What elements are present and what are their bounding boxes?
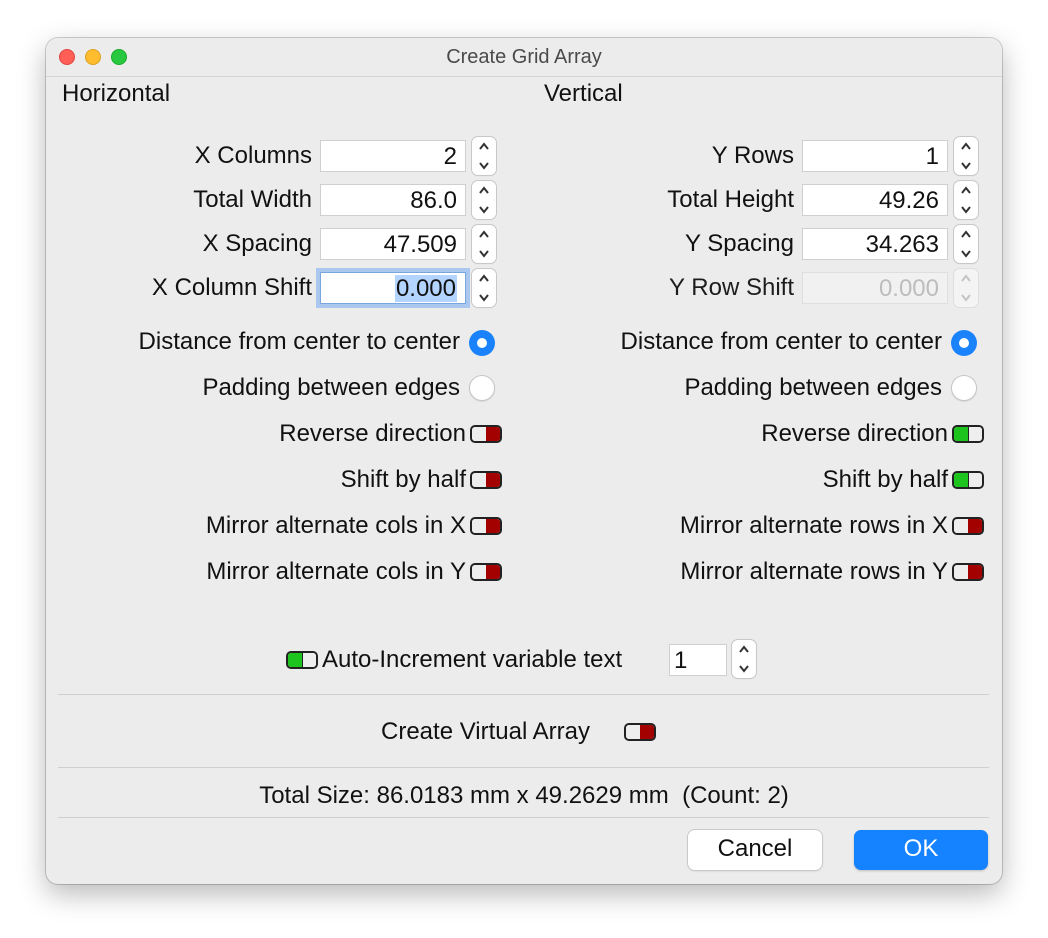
divider bbox=[58, 767, 989, 768]
chevron-up-icon[interactable] bbox=[472, 181, 496, 200]
v-mirror-x-toggle[interactable] bbox=[952, 517, 984, 535]
h-reverse-direction-label: Reverse direction bbox=[279, 420, 466, 447]
total-height-stepper[interactable] bbox=[954, 181, 978, 219]
chevron-down-icon[interactable] bbox=[954, 200, 978, 219]
window-title: Create Grid Array bbox=[446, 46, 602, 68]
h-shift-half-toggle[interactable] bbox=[470, 471, 502, 489]
v-padding-edges-radio[interactable] bbox=[951, 375, 977, 401]
chevron-up-icon[interactable] bbox=[954, 225, 978, 244]
v-reverse-direction-toggle[interactable] bbox=[952, 425, 984, 443]
y-spacing-label: Y Spacing bbox=[685, 230, 794, 257]
divider bbox=[58, 694, 989, 695]
create-grid-array-dialog: Create Grid Array Horizontal X Columns 2… bbox=[46, 38, 1002, 884]
chevron-up-icon[interactable] bbox=[954, 181, 978, 200]
v-shift-half-toggle[interactable] bbox=[952, 471, 984, 489]
h-center-to-center-radio[interactable] bbox=[469, 330, 495, 356]
ok-button[interactable]: OK bbox=[854, 830, 988, 870]
total-width-field[interactable]: 86.0 bbox=[320, 184, 466, 216]
chevron-down-icon[interactable] bbox=[954, 156, 978, 175]
auto-increment-field[interactable]: 1 bbox=[669, 644, 727, 676]
h-mirror-y-toggle[interactable] bbox=[470, 563, 502, 581]
auto-increment-toggle[interactable] bbox=[286, 651, 318, 669]
v-center-to-center-label: Distance from center to center bbox=[620, 328, 942, 355]
h-padding-edges-label: Padding between edges bbox=[202, 374, 460, 401]
vertical-heading: Vertical bbox=[544, 80, 623, 107]
h-mirror-x-label: Mirror alternate cols in X bbox=[205, 512, 466, 539]
y-row-shift-label: Y Row Shift bbox=[669, 274, 794, 301]
y-rows-field[interactable]: 1 bbox=[802, 140, 948, 172]
x-columns-stepper[interactable] bbox=[472, 137, 496, 175]
cancel-button[interactable]: Cancel bbox=[688, 830, 822, 870]
x-columns-label: X Columns bbox=[194, 142, 312, 169]
y-rows-stepper[interactable] bbox=[954, 137, 978, 175]
auto-increment-label: Auto-Increment variable text bbox=[322, 646, 623, 673]
auto-increment-stepper[interactable] bbox=[732, 640, 756, 678]
total-width-stepper[interactable] bbox=[472, 181, 496, 219]
h-mirror-y-label: Mirror alternate cols in Y bbox=[206, 558, 466, 585]
y-row-shift-field: 0.000 bbox=[802, 272, 948, 304]
chevron-down-icon bbox=[954, 288, 978, 307]
v-mirror-y-label: Mirror alternate rows in Y bbox=[680, 558, 948, 585]
y-rows-label: Y Rows bbox=[711, 142, 794, 169]
x-column-shift-stepper[interactable] bbox=[472, 269, 496, 307]
y-spacing-stepper[interactable] bbox=[954, 225, 978, 263]
chevron-down-icon[interactable] bbox=[954, 244, 978, 263]
total-size-summary: Total Size: 86.0183 mm x 49.2629 mm (Cou… bbox=[259, 782, 789, 809]
horizontal-heading: Horizontal bbox=[62, 80, 171, 107]
chevron-down-icon[interactable] bbox=[472, 244, 496, 263]
h-reverse-direction-toggle[interactable] bbox=[470, 425, 502, 443]
chevron-up-icon[interactable] bbox=[472, 137, 496, 156]
chevron-up-icon bbox=[954, 269, 978, 288]
v-center-to-center-radio[interactable] bbox=[951, 330, 977, 356]
total-height-field[interactable]: 49.26 bbox=[802, 184, 948, 216]
x-columns-field[interactable]: 2 bbox=[320, 140, 466, 172]
x-column-shift-label: X Column Shift bbox=[151, 274, 312, 301]
v-shift-half-label: Shift by half bbox=[822, 466, 948, 493]
y-spacing-field[interactable]: 34.263 bbox=[802, 228, 948, 260]
chevron-up-icon[interactable] bbox=[954, 137, 978, 156]
chevron-up-icon[interactable] bbox=[732, 640, 756, 659]
x-column-shift-field[interactable]: 0.000 bbox=[320, 272, 466, 304]
chevron-down-icon[interactable] bbox=[472, 156, 496, 175]
chevron-down-icon[interactable] bbox=[732, 659, 756, 678]
v-mirror-x-label: Mirror alternate rows in X bbox=[679, 512, 948, 539]
divider bbox=[58, 817, 989, 818]
total-height-label: Total Height bbox=[667, 186, 794, 213]
h-shift-half-label: Shift by half bbox=[340, 466, 466, 493]
x-column-shift-value: 0.000 bbox=[394, 275, 457, 302]
x-spacing-label: X Spacing bbox=[202, 230, 312, 257]
v-mirror-y-toggle[interactable] bbox=[952, 563, 984, 581]
total-width-label: Total Width bbox=[193, 186, 312, 213]
virtual-array-toggle[interactable] bbox=[624, 723, 656, 741]
y-row-shift-stepper bbox=[954, 269, 978, 307]
chevron-down-icon[interactable] bbox=[472, 200, 496, 219]
chevron-up-icon[interactable] bbox=[472, 269, 496, 288]
h-padding-edges-radio[interactable] bbox=[469, 375, 495, 401]
x-spacing-stepper[interactable] bbox=[472, 225, 496, 263]
title-bar: Create Grid Array bbox=[46, 38, 1002, 77]
h-mirror-x-toggle[interactable] bbox=[470, 517, 502, 535]
chevron-down-icon[interactable] bbox=[472, 288, 496, 307]
h-center-to-center-label: Distance from center to center bbox=[138, 328, 460, 355]
v-reverse-direction-label: Reverse direction bbox=[761, 420, 948, 447]
x-spacing-field[interactable]: 47.509 bbox=[320, 228, 466, 260]
v-padding-edges-label: Padding between edges bbox=[684, 374, 942, 401]
chevron-up-icon[interactable] bbox=[472, 225, 496, 244]
virtual-array-label: Create Virtual Array bbox=[381, 718, 590, 745]
